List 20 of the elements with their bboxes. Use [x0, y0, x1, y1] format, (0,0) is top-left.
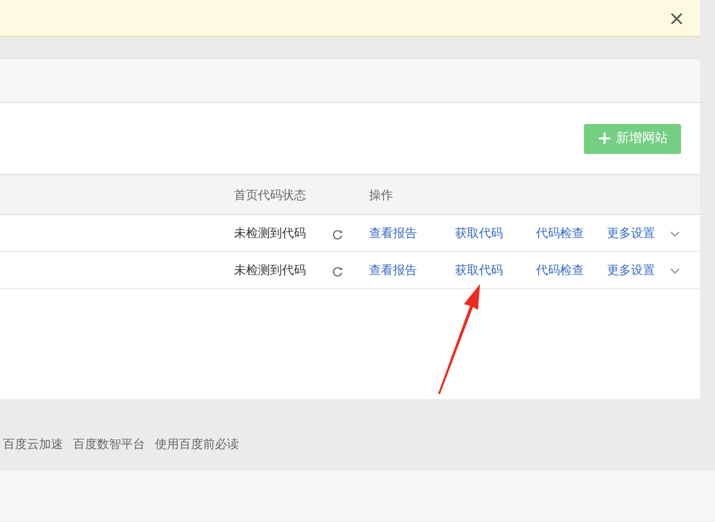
action-link[interactable]: 查看报告: [369, 226, 417, 240]
status-text: 未检测到代码: [234, 262, 307, 279]
footer-link[interactable]: 百度云加速: [3, 435, 63, 453]
action-link[interactable]: 查看报告: [369, 263, 417, 277]
close-button[interactable]: ×: [668, 8, 685, 28]
chevron-down-icon[interactable]: [670, 268, 680, 274]
footer-link[interactable]: 百度数智平台: [73, 435, 145, 453]
footer-link[interactable]: 使用百度前必读: [155, 435, 239, 453]
status-text: 未检测到代码: [234, 225, 307, 242]
action-link[interactable]: 获取代码: [455, 263, 503, 277]
action-link[interactable]: 代码检查: [536, 226, 584, 240]
column-header: 操作: [369, 186, 393, 204]
action-link[interactable]: 更多设置: [607, 263, 655, 277]
column-header: 首页代码状态: [234, 186, 307, 204]
refresh-icon[interactable]: [332, 229, 343, 240]
action-link[interactable]: 获取代码: [455, 226, 503, 240]
refresh-icon[interactable]: [332, 266, 343, 277]
action-link[interactable]: 更多设置: [607, 226, 655, 240]
chevron-down-icon[interactable]: [670, 231, 680, 237]
action-link[interactable]: 代码检查: [536, 263, 584, 277]
